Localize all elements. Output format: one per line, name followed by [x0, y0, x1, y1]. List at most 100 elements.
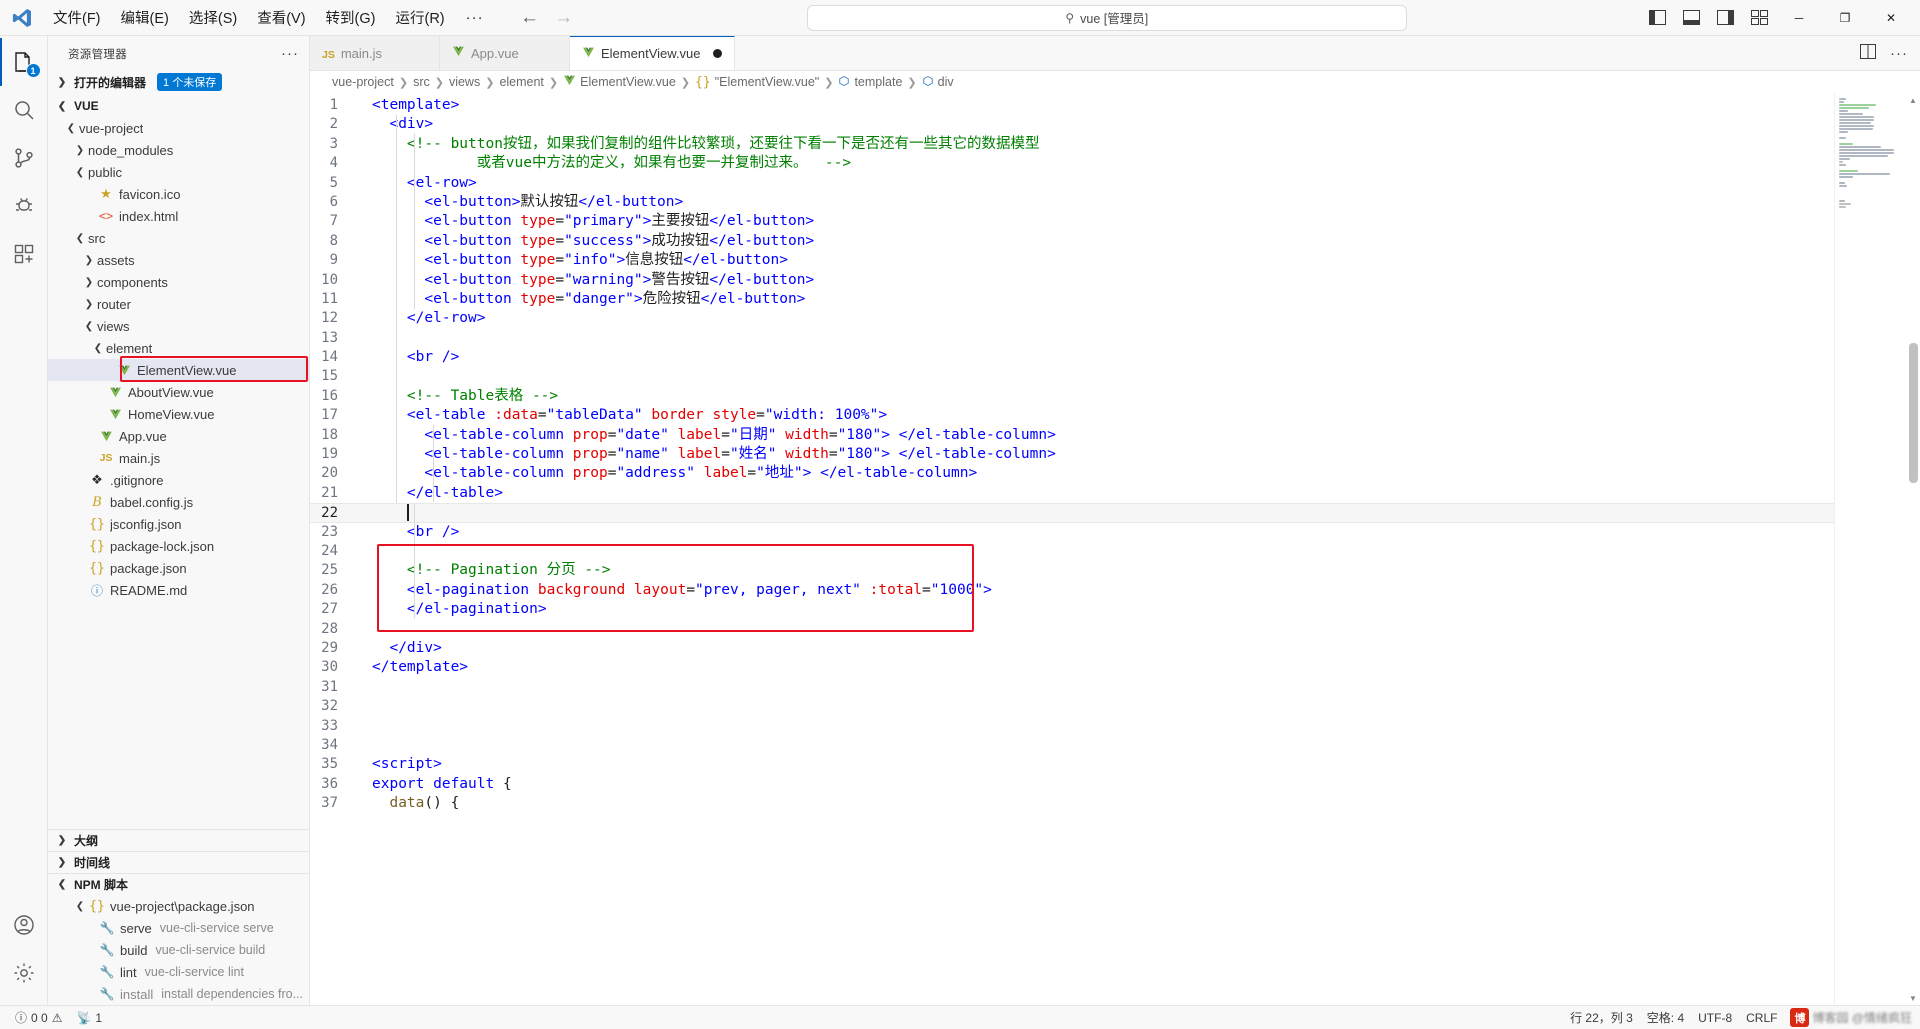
- tree-item[interactable]: ❯ node_modules: [48, 139, 309, 161]
- back-arrow-icon[interactable]: ←: [520, 7, 540, 29]
- line-content[interactable]: <el-row>: [362, 174, 477, 193]
- line-content[interactable]: <!-- Pagination 分页 -->: [362, 561, 611, 580]
- code-line[interactable]: 35 <script>: [310, 755, 1834, 774]
- code-line[interactable]: 11 <el-button type="danger">危险按钮</el-but…: [310, 290, 1834, 309]
- editor-more-actions-icon[interactable]: ···: [1890, 45, 1908, 62]
- code-line[interactable]: 25 <!-- Pagination 分页 -->: [310, 561, 1834, 580]
- menu-file[interactable]: 文件(F): [44, 3, 110, 32]
- code-line[interactable]: 10 <el-button type="warning">警告按钮</el-bu…: [310, 271, 1834, 290]
- line-content[interactable]: <el-table :data="tableData" border style…: [362, 406, 887, 425]
- scroll-up-arrow-icon[interactable]: ▲: [1906, 93, 1920, 107]
- customize-layout-icon[interactable]: [1742, 3, 1776, 33]
- code-line[interactable]: 29 </div>: [310, 639, 1834, 658]
- line-content[interactable]: </el-row>: [362, 309, 486, 328]
- scroll-down-arrow-icon[interactable]: ▼: [1906, 991, 1920, 1005]
- code-line[interactable]: 34: [310, 736, 1834, 755]
- toggle-secondary-sidebar-icon[interactable]: [1708, 3, 1742, 33]
- status-eol[interactable]: CRLF: [1739, 1006, 1784, 1029]
- tree-item[interactable]: ❖ .gitignore: [48, 469, 309, 491]
- breadcrumb[interactable]: vue-project ❯ src ❯ views ❯ element ❯ ElementVie…: [310, 71, 1920, 93]
- code-line[interactable]: 14 <br />: [310, 348, 1834, 367]
- chevron-down-icon[interactable]: ❮: [90, 343, 106, 354]
- chevron-down-icon[interactable]: ❮: [81, 321, 97, 332]
- workspace-root[interactable]: ❮ VUE: [48, 95, 309, 117]
- breadcrumb-item[interactable]: vue-project: [332, 75, 394, 89]
- npm-script-install[interactable]: 🔧 install install dependencies fro...: [48, 983, 309, 1005]
- line-content[interactable]: export default {: [362, 775, 512, 794]
- line-content[interactable]: <el-button type="success">成功按钮</el-butto…: [362, 232, 814, 251]
- line-content[interactable]: <!-- Table表格 -->: [362, 387, 558, 406]
- toggle-panel-icon[interactable]: [1674, 3, 1708, 33]
- line-content[interactable]: [362, 504, 409, 522]
- chevron-down-icon[interactable]: ❮: [72, 233, 88, 244]
- code-line[interactable]: 19 <el-table-column prop="name" label="姓…: [310, 445, 1834, 464]
- tree-item[interactable]: ⓘ README.md: [48, 579, 309, 601]
- status-indentation[interactable]: 空格: 4: [1640, 1006, 1691, 1029]
- tree-item[interactable]: ❯ router: [48, 293, 309, 315]
- code-line[interactable]: 22: [310, 503, 1834, 523]
- tree-item[interactable]: {} jsconfig.json: [48, 513, 309, 535]
- breadcrumb-item[interactable]: {} "ElementView.vue": [695, 75, 819, 90]
- chevron-down-icon[interactable]: ❮: [63, 123, 79, 134]
- breadcrumb-item[interactable]: element: [499, 75, 543, 89]
- toggle-primary-sidebar-icon[interactable]: [1640, 3, 1674, 33]
- editor-tabs[interactable]: JS main.js App.vue ElementView.vue: [310, 36, 735, 70]
- tree-item[interactable]: App.vue: [48, 425, 309, 447]
- npm-script-build[interactable]: 🔧 build vue-cli-service build: [48, 939, 309, 961]
- breadcrumb-item[interactable]: src: [413, 75, 430, 89]
- tree-item[interactable]: ❮ public: [48, 161, 309, 183]
- minimap[interactable]: [1834, 93, 1906, 1005]
- line-content[interactable]: data() {: [362, 794, 459, 813]
- line-content[interactable]: [362, 717, 372, 736]
- code-line[interactable]: 7 <el-button type="primary">主要按钮</el-but…: [310, 212, 1834, 231]
- tree-item[interactable]: JS main.js: [48, 447, 309, 469]
- status-problems[interactable]: ⓘ 0 0 ⚠: [8, 1006, 69, 1029]
- status-cursor-position[interactable]: 行 22，列 3: [1563, 1006, 1640, 1029]
- line-content[interactable]: <br />: [362, 523, 459, 542]
- code-line[interactable]: 16 <!-- Table表格 -->: [310, 387, 1834, 406]
- code-line[interactable]: 33: [310, 717, 1834, 736]
- code-line[interactable]: 37 data() {: [310, 794, 1834, 813]
- editor-tab-App-vue[interactable]: App.vue: [440, 36, 570, 70]
- line-content[interactable]: <el-table-column prop="date" label="日期" …: [362, 426, 1055, 445]
- tree-item[interactable]: ElementView.vue: [48, 359, 309, 381]
- activity-explorer[interactable]: 1: [0, 38, 48, 86]
- line-content[interactable]: <el-button type="warning">警告按钮</el-butto…: [362, 271, 814, 290]
- code-line[interactable]: 13: [310, 329, 1834, 348]
- line-content[interactable]: [362, 736, 372, 755]
- npm-script-lint[interactable]: 🔧 lint vue-cli-service lint: [48, 961, 309, 983]
- tree-item[interactable]: {} package-lock.json: [48, 535, 309, 557]
- code-line[interactable]: 32: [310, 697, 1834, 716]
- activity-settings[interactable]: [0, 949, 48, 997]
- tree-item[interactable]: ❯ assets: [48, 249, 309, 271]
- code-line[interactable]: 5 <el-row>: [310, 174, 1834, 193]
- window-close-button[interactable]: ✕: [1868, 1, 1914, 35]
- code-line[interactable]: 8 <el-button type="success">成功按钮</el-but…: [310, 232, 1834, 251]
- tree-item[interactable]: ❮ element: [48, 337, 309, 359]
- code-line[interactable]: 23 <br />: [310, 523, 1834, 542]
- chevron-right-icon[interactable]: ❯: [81, 299, 97, 310]
- line-content[interactable]: <el-button type="info">信息按钮</el-button>: [362, 251, 788, 270]
- tree-item[interactable]: ❮ views: [48, 315, 309, 337]
- line-content[interactable]: [362, 367, 372, 386]
- code-line[interactable]: 20 <el-table-column prop = "address" label…: [310, 464, 1834, 483]
- code-line[interactable]: 17 <el-table :data="tableData" border st…: [310, 406, 1834, 425]
- timeline-section[interactable]: ❯ 时间线: [48, 851, 309, 873]
- line-content[interactable]: 或者vue中方法的定义，如果有也要一并复制过来。 -->: [362, 154, 851, 173]
- line-content[interactable]: </template>: [362, 658, 468, 677]
- line-content[interactable]: <script>: [362, 755, 442, 774]
- menu-view[interactable]: 查看(V): [248, 3, 314, 32]
- activity-source-control[interactable]: [0, 134, 48, 182]
- tree-item[interactable]: <> index.html: [48, 205, 309, 227]
- forward-arrow-icon[interactable]: →: [554, 7, 574, 29]
- code-line[interactable]: 4 或者vue中方法的定义，如果有也要一并复制过来。 -->: [310, 154, 1834, 173]
- code-scroll-region[interactable]: 1 <template> 2 <div> 3 <!-- button按钮，如果我们复制…: [310, 93, 1834, 1005]
- activity-extensions[interactable]: [0, 230, 48, 278]
- status-ports[interactable]: 📡 1: [69, 1006, 109, 1029]
- scrollbar-thumb[interactable]: [1909, 343, 1918, 483]
- code-line[interactable]: 24: [310, 542, 1834, 561]
- breadcrumb-item[interactable]: template: [838, 75, 902, 90]
- line-content[interactable]: <el-button type="danger">危险按钮</el-button…: [362, 290, 805, 309]
- window-maximize-button[interactable]: ❐: [1822, 1, 1868, 35]
- chevron-down-icon[interactable]: ❮: [72, 167, 88, 178]
